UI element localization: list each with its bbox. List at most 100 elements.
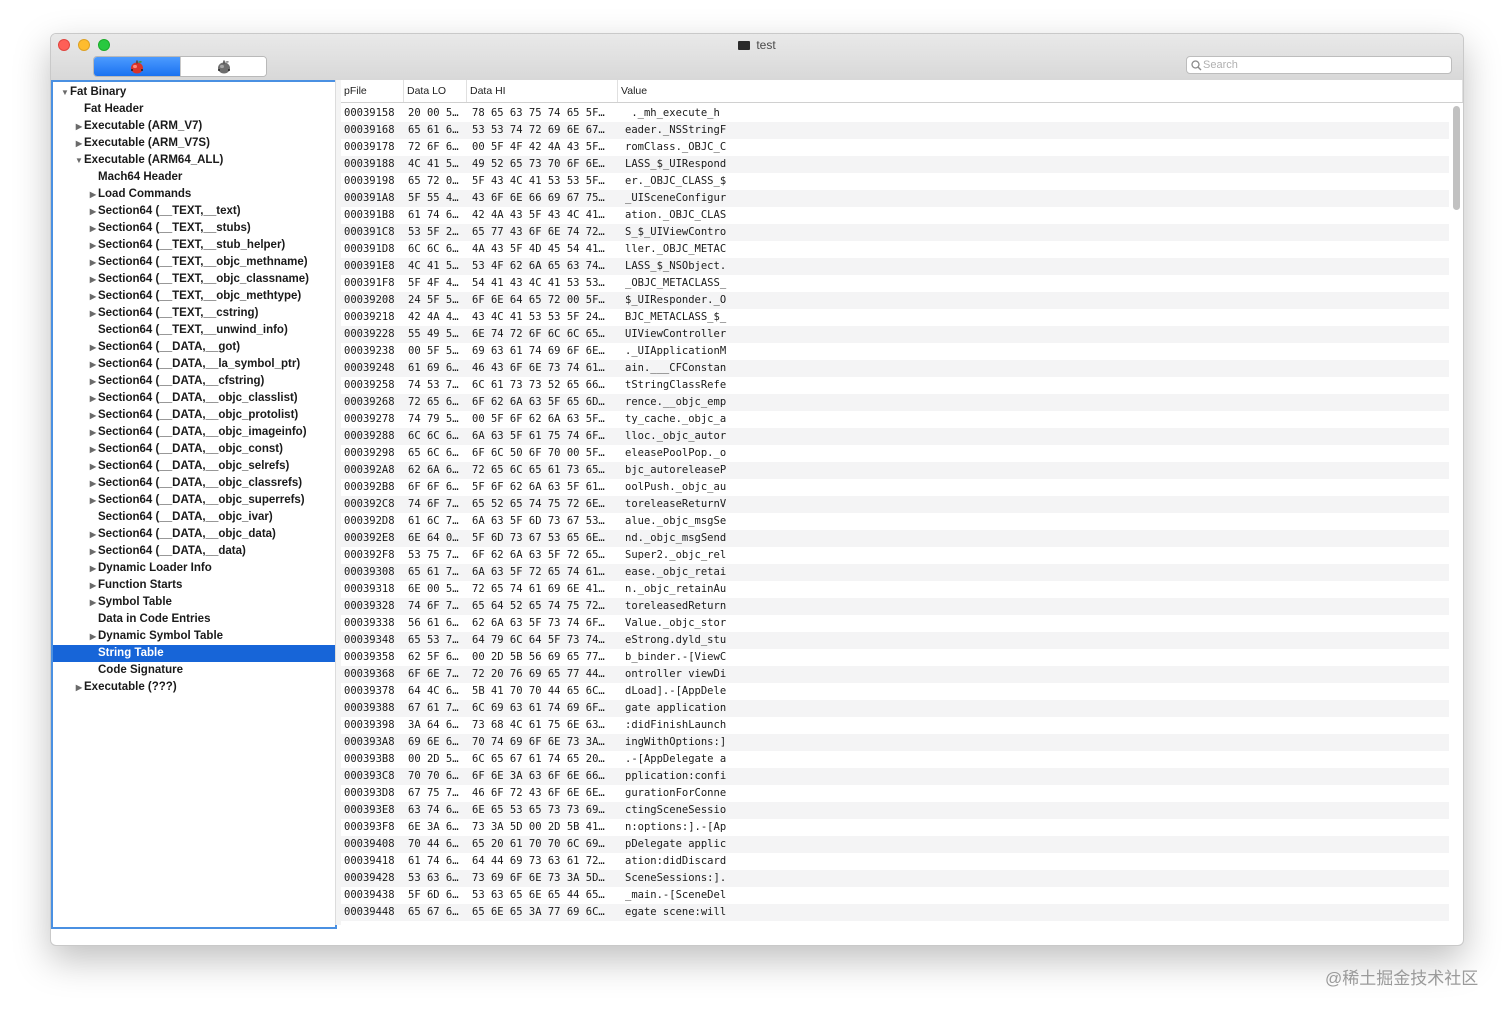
table-row[interactable]: 00039198 65 72 0… 5F 43 4C 41 53 53 5F… er.… — [341, 173, 1449, 190]
tree-item[interactable]: Code Signature — [53, 662, 335, 679]
table-row[interactable]: 000392C8 74 6F 7… 65 52 65 74 75 72 6E… tor… — [341, 496, 1449, 513]
tree-item[interactable]: ▶ Executable (ARM_V7S) — [53, 135, 335, 152]
column-header[interactable]: pFile — [341, 80, 404, 102]
disclosure-closed-icon[interactable]: ▶ — [88, 390, 98, 407]
table-row[interactable]: 000392F8 53 75 7… 6F 62 6A 63 5F 72 65… Sup… — [341, 547, 1449, 564]
tree-item[interactable]: ▶ Section64 (__DATA,__objc_data) — [53, 526, 335, 543]
tree-item[interactable]: ▶ Section64 (__DATA,__objc_const) — [53, 441, 335, 458]
tree-item[interactable]: Data in Code Entries — [53, 611, 335, 628]
table-row[interactable]: 000391F8 5F 4F 4… 54 41 43 4C 41 53 53… _OB… — [341, 275, 1449, 292]
tree-item[interactable]: ▶ Section64 (__TEXT,__objc_methtype) — [53, 288, 335, 305]
table-row[interactable]: 000392D8 61 6C 7… 6A 63 5F 6D 73 67 53… alu… — [341, 513, 1449, 530]
table-row[interactable]: 00039238 00 5F 5… 69 63 61 74 69 6F 6E… ._U… — [341, 343, 1449, 360]
tree-item[interactable]: ▶ Section64 (__TEXT,__stub_helper) — [53, 237, 335, 254]
disclosure-closed-icon[interactable]: ▶ — [88, 203, 98, 220]
table-row[interactable]: 00039248 61 69 6… 46 43 6F 6E 73 74 61… ain… — [341, 360, 1449, 377]
disclosure-closed-icon[interactable]: ▶ — [88, 492, 98, 509]
table-row[interactable]: 00039418 61 74 6… 64 44 69 73 63 61 72… ati… — [341, 853, 1449, 870]
disclosure-closed-icon[interactable]: ▶ — [88, 288, 98, 305]
table-row[interactable]: 00039268 72 65 6… 6F 62 6A 63 5F 65 6D… ren… — [341, 394, 1449, 411]
table-row[interactable]: 00039188 4C 41 5… 49 52 65 73 70 6F 6E… LAS… — [341, 156, 1449, 173]
tree-item[interactable]: ▶ Load Commands — [53, 186, 335, 203]
disclosure-closed-icon[interactable]: ▶ — [88, 543, 98, 560]
tree-item[interactable]: ▶ Section64 (__DATA,__cfstring) — [53, 373, 335, 390]
table-row[interactable]: 000393A8 69 6E 6… 70 74 69 6F 6E 73 3A… ing… — [341, 734, 1449, 751]
disclosure-closed-icon[interactable]: ▶ — [74, 679, 84, 696]
table-row[interactable]: 00039308 65 61 7… 6A 63 5F 72 65 74 61… eas… — [341, 564, 1449, 581]
column-header[interactable]: Data LO — [404, 80, 467, 102]
table-row[interactable]: 00039428 53 63 6… 73 69 6F 6E 73 3A 5D… Sce… — [341, 870, 1449, 887]
table-row[interactable]: 000391D8 6C 6C 6… 4A 43 5F 4D 45 54 41… lle… — [341, 241, 1449, 258]
tree-item[interactable]: Section64 (__TEXT,__unwind_info) — [53, 322, 335, 339]
scrollbar-thumb[interactable] — [1453, 106, 1460, 210]
table-row[interactable]: 000392E8 6E 64 0… 5F 6D 73 67 53 65 6E… nd.… — [341, 530, 1449, 547]
column-header[interactable]: Value — [618, 80, 1463, 102]
disclosure-closed-icon[interactable]: ▶ — [88, 577, 98, 594]
tree-item[interactable]: ▶ Dynamic Loader Info — [53, 560, 335, 577]
tree-item[interactable]: ▶ Executable (???) — [53, 679, 335, 696]
disclosure-closed-icon[interactable]: ▶ — [88, 594, 98, 611]
tree-item[interactable]: ▶ Dynamic Symbol Table — [53, 628, 335, 645]
disclosure-closed-icon[interactable]: ▶ — [88, 458, 98, 475]
disclosure-closed-icon[interactable]: ▶ — [88, 373, 98, 390]
table-row[interactable]: 000391E8 4C 41 5… 53 4F 62 6A 65 63 74… LAS… — [341, 258, 1449, 275]
tree-item[interactable]: Fat Header — [53, 101, 335, 118]
tree-item[interactable]: ▶ Section64 (__TEXT,__objc_methname) — [53, 254, 335, 271]
table-row[interactable]: 000392B8 6F 6F 6… 5F 6F 62 6A 63 5F 61… ool… — [341, 479, 1449, 496]
tree-item[interactable]: ▶ Section64 (__TEXT,__cstring) — [53, 305, 335, 322]
table-row[interactable]: 00039378 64 4C 6… 5B 41 70 70 44 65 6C… dLo… — [341, 683, 1449, 700]
disclosure-closed-icon[interactable]: ▶ — [88, 271, 98, 288]
table-row[interactable]: 000393E8 63 74 6… 6E 65 53 65 73 73 69… cti… — [341, 802, 1449, 819]
tree-item[interactable]: ▶ Section64 (__TEXT,__objc_classname) — [53, 271, 335, 288]
table-row[interactable]: 00039448 65 67 6… 65 6E 65 3A 77 69 6C… ega… — [341, 904, 1449, 921]
table-row[interactable]: 00039168 65 61 6… 53 53 74 72 69 6E 67… ead… — [341, 122, 1449, 139]
disclosure-open-icon[interactable]: ▼ — [60, 84, 70, 101]
tree-item[interactable]: ▶ Function Starts — [53, 577, 335, 594]
table-row[interactable]: 000393B8 00 2D 5… 6C 65 67 61 74 65 20… .-[… — [341, 751, 1449, 768]
table-row[interactable]: 00039388 67 61 7… 6C 69 63 61 74 69 6F… gat… — [341, 700, 1449, 717]
table-row[interactable]: 00039288 6C 6C 6… 6A 63 5F 61 75 74 6F… llo… — [341, 428, 1449, 445]
table-row[interactable]: 000393D8 67 75 7… 46 6F 72 43 6F 6E 6E… gur… — [341, 785, 1449, 802]
tree-item[interactable]: ▶ Section64 (__DATA,__got) — [53, 339, 335, 356]
disclosure-closed-icon[interactable]: ▶ — [88, 441, 98, 458]
table-row[interactable]: 00039358 62 5F 6… 00 2D 5B 56 69 65 77… b_b… — [341, 649, 1449, 666]
table-row[interactable]: 00039398 3A 64 6… 73 68 4C 61 75 6E 63…:di… — [341, 717, 1449, 734]
table-row[interactable]: 00039278 74 79 5… 00 5F 6F 62 6A 63 5F… ty_… — [341, 411, 1449, 428]
vertical-scrollbar[interactable] — [1453, 106, 1461, 922]
disclosure-closed-icon[interactable]: ▶ — [88, 305, 98, 322]
table-row[interactable]: 000393F8 6E 3A 6… 73 3A 5D 00 2D 5B 41… n:o… — [341, 819, 1449, 836]
segment-colored-mode[interactable] — [94, 57, 180, 76]
disclosure-closed-icon[interactable]: ▶ — [88, 339, 98, 356]
tree-item[interactable]: ▶ Executable (ARM_V7) — [53, 118, 335, 135]
tree-item[interactable]: Mach64 Header — [53, 169, 335, 186]
table-row[interactable]: 00039318 6E 00 5… 72 65 74 61 69 6E 41… n._… — [341, 581, 1449, 598]
tree-item[interactable]: ▼ Executable (ARM64_ALL) — [53, 152, 335, 169]
table-row[interactable]: 000392A8 62 6A 6… 72 65 6C 65 61 73 65… bjc… — [341, 462, 1449, 479]
disclosure-closed-icon[interactable]: ▶ — [88, 356, 98, 373]
tree-item[interactable]: ▶ Symbol Table — [53, 594, 335, 611]
disclosure-closed-icon[interactable]: ▶ — [88, 220, 98, 237]
table-row[interactable]: 00039228 55 49 5… 6E 74 72 6F 6C 6C 65… UIV… — [341, 326, 1449, 343]
table-row[interactable]: 000391B8 61 74 6… 42 4A 43 5F 43 4C 41… ati… — [341, 207, 1449, 224]
disclosure-closed-icon[interactable]: ▶ — [88, 186, 98, 203]
search-input[interactable] — [1203, 57, 1447, 73]
tree-item[interactable]: ▶ Section64 (__DATA,__data) — [53, 543, 335, 560]
table-row[interactable]: 00039258 74 53 7… 6C 61 73 73 52 65 66… tSt… — [341, 377, 1449, 394]
disclosure-closed-icon[interactable]: ▶ — [88, 526, 98, 543]
table-row[interactable]: 00039208 24 5F 5… 6F 6E 64 65 72 00 5F… $_U… — [341, 292, 1449, 309]
tree-item[interactable]: ▶ Section64 (__DATA,__objc_classlist) — [53, 390, 335, 407]
table-row[interactable]: 00039368 6F 6E 7… 72 20 76 69 65 77 44… ont… — [341, 666, 1449, 683]
tree-item[interactable]: ▶ Section64 (__DATA,__objc_classrefs) — [53, 475, 335, 492]
table-row[interactable]: 00039158 20 00 5… 78 65 63 75 74 65 5F… ._… — [341, 105, 1449, 122]
disclosure-closed-icon[interactable]: ▶ — [88, 237, 98, 254]
tree-item[interactable]: ▶ Section64 (__DATA,__objc_selrefs) — [53, 458, 335, 475]
table-row[interactable]: 000391C8 53 5F 2… 65 77 43 6F 6E 74 72… S_$… — [341, 224, 1449, 241]
table-row[interactable]: 00039328 74 6F 7… 65 64 52 65 74 75 72… tor… — [341, 598, 1449, 615]
disclosure-closed-icon[interactable]: ▶ — [74, 135, 84, 152]
disclosure-closed-icon[interactable]: ▶ — [88, 407, 98, 424]
search-field[interactable] — [1186, 56, 1452, 74]
tree-item[interactable]: String Table — [53, 645, 335, 662]
table-row[interactable]: 00039408 70 44 6… 65 20 61 70 70 6C 69… pDe… — [341, 836, 1449, 853]
disclosure-closed-icon[interactable]: ▶ — [88, 254, 98, 271]
table-row[interactable]: 00039438 5F 6D 6… 53 63 65 6E 65 44 65… _ma… — [341, 887, 1449, 904]
